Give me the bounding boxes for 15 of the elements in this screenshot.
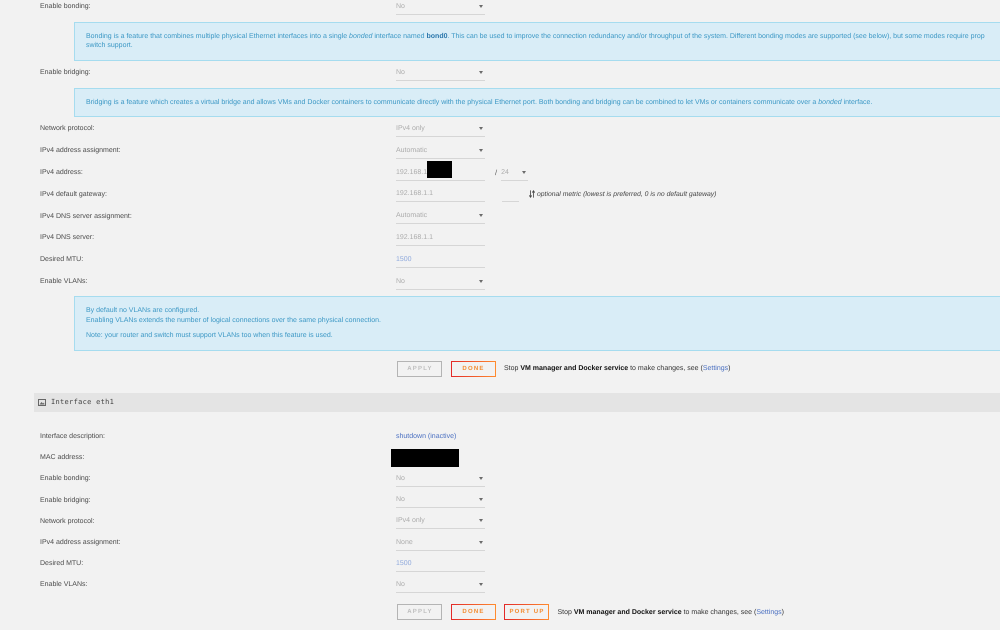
caret-icon [479,126,483,130]
caret-icon [479,582,483,586]
caret-icon [479,540,483,544]
caret-icon [479,70,483,74]
caret-icon [479,519,483,522]
redaction-block [391,448,459,467]
sort-arrows-icon [529,190,535,198]
caret-icon [479,280,483,283]
caret-icon [479,148,483,152]
caret-icon [479,476,483,480]
picture-icon [38,398,46,406]
caret-icon [479,498,483,502]
caret-icon [479,214,483,218]
caret-icon [522,170,526,174]
caret-icon [479,4,483,8]
